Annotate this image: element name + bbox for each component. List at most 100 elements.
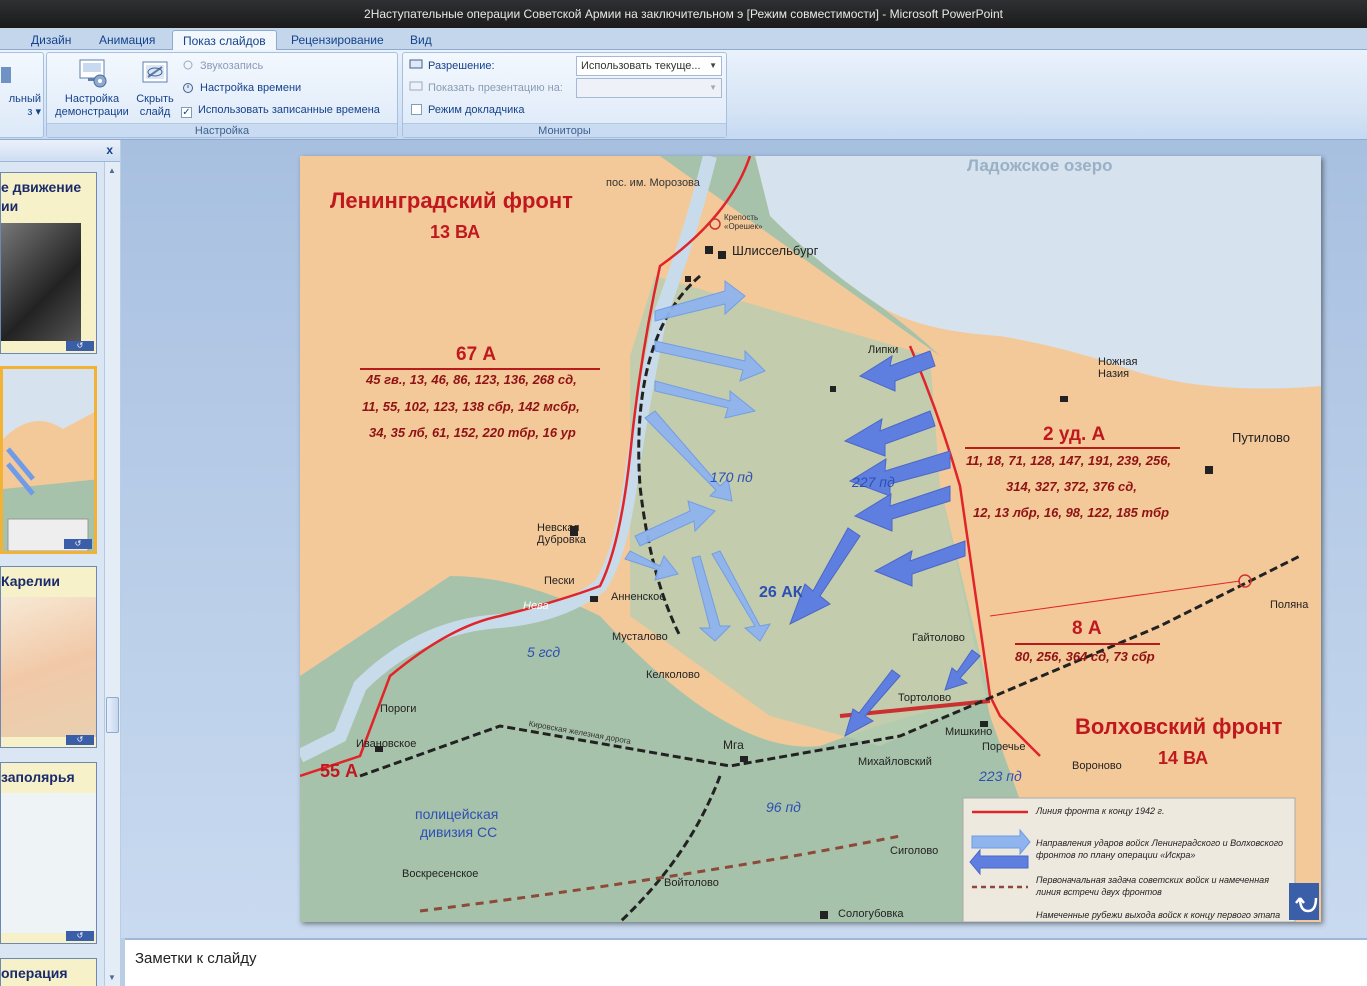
thumbnail-map	[1, 793, 96, 933]
map-label-nevska: Невская Дубровка	[537, 522, 586, 546]
map-label-army67-units-2: 11, 55, 102, 123, 138 сбр, 142 мсбр,	[362, 399, 580, 414]
map-label-volfront-va: 14 ВА	[1158, 748, 1209, 768]
ribbon-group-partial: льный з ▾	[0, 52, 44, 138]
map-label-voitolovo: Войтолово	[664, 877, 719, 889]
slide-canvas[interactable]: Ладожское озеро Ленинградский фронт 13 В…	[300, 156, 1321, 922]
map-label-army2-units-3: 12, 13 лбр, 16, 98, 122, 185 тбр	[973, 505, 1170, 520]
slide-thumbnail-1[interactable]: е движение ии ↺	[0, 172, 97, 354]
notes-pane[interactable]: Заметки к слайду	[125, 938, 1367, 986]
custom-show-button[interactable]: льный з ▾	[0, 57, 41, 119]
checkbox-checked-icon: ✓	[181, 107, 192, 118]
show-on-label-row: Показать презентацию на:	[409, 79, 563, 97]
rehearse-timings-label: Настройка времени	[200, 82, 302, 94]
legend-first-stage: Намеченные рубежи выхода войск к концу п…	[1036, 910, 1281, 920]
tab-animation[interactable]: Анимация	[89, 30, 165, 50]
map-label-mishkino: Мишкино	[945, 726, 993, 738]
map-label-pd170: 170 пд	[710, 469, 753, 485]
map-label-ss-line2: дивизия СС	[420, 824, 498, 840]
record-narration-button[interactable]: Звукозапись	[181, 57, 263, 75]
thumbnail-title: операция	[1, 965, 68, 981]
tab-slide-show[interactable]: Показ слайдов	[172, 30, 277, 51]
map-label-tortolovo: Тортолово	[898, 692, 952, 704]
map-label-ss-line1: полицейская	[415, 806, 499, 822]
slide-thumbnail-3[interactable]: Карелии ↺	[0, 566, 97, 748]
thumbnail-title-line2: ии	[1, 198, 19, 214]
use-timings-label: Использовать записанные времена	[198, 104, 380, 116]
ribbon: льный з ▾ Настройка демонстрации Скрыть …	[0, 50, 1367, 140]
map-label-pd96: 96 пд	[766, 799, 801, 815]
custom-show-line2: з ▾	[27, 106, 41, 118]
hide-slide-label: Скрыть слайд	[136, 93, 174, 118]
window-title: 2Наступательные операции Советской Армии…	[0, 0, 1367, 28]
map-label-mustalovo: Мусталово	[612, 631, 668, 643]
slide-thumbnail-4[interactable]: заполярья ↺	[0, 762, 97, 944]
slide-return-button[interactable]	[1289, 883, 1319, 920]
thumbnail-photo	[1, 223, 81, 341]
map-label-sologubovka: Сологубовка	[838, 908, 904, 920]
map-label-porogi: Пороги	[380, 703, 417, 715]
map-label-lenfront: Ленинградский фронт	[330, 188, 573, 213]
thumbnail-nav-icon: ↺	[66, 931, 94, 941]
close-panel-button[interactable]: x	[106, 143, 113, 157]
thumbnail-nav-icon: ↺	[66, 341, 94, 351]
scrollbar-thumb[interactable]	[106, 697, 119, 733]
map-label-annenskoe: Анненское	[611, 591, 666, 603]
use-timings-checkbox[interactable]: ✓ Использовать записанные времена	[181, 101, 380, 119]
resolution-value: Использовать текуще...	[581, 60, 701, 72]
legend-front-line: Линия фронта к концу 1942 г.	[1036, 806, 1165, 816]
map-label-morozova: пос. им. Морозова	[606, 177, 700, 189]
hide-slide-icon	[139, 57, 171, 89]
map-label-army55: 55 А	[320, 761, 359, 781]
setup-group-label: Настройка	[47, 123, 397, 137]
rehearse-timings-button[interactable]: Настройка времени	[181, 79, 301, 97]
record-narration-label: Звукозапись	[200, 60, 264, 72]
resolution-label-row: Разрешение:	[409, 57, 495, 75]
slide-thumbnail-5[interactable]: операция	[0, 958, 97, 986]
ribbon-tabs: Дизайн Анимация Показ слайдов Рецензиров…	[0, 28, 1367, 51]
slides-panel-header: x	[0, 140, 120, 162]
map-label-lenfront-va: 13 ВА	[430, 222, 481, 242]
map-label-putilovo: Путилово	[1232, 430, 1291, 445]
resolution-select[interactable]: Использовать текуще... ▼	[576, 56, 722, 76]
map-label-gsd5: 5 гсд	[527, 644, 561, 660]
map-label-polyana: Поляна	[1270, 599, 1309, 611]
scroll-up-arrow-icon[interactable]: ▲	[108, 166, 116, 175]
thumbnail-title-line1: е движение	[1, 179, 82, 195]
map-label-army2-units-2: 314, 327, 372, 376 сд,	[1006, 479, 1137, 494]
legend-strike-directions: Направления ударов войск Ленинградского …	[1036, 838, 1284, 860]
microphone-icon	[181, 59, 195, 71]
tab-review[interactable]: Рецензирование	[281, 30, 394, 50]
hide-slide-button[interactable]: Скрыть слайд	[133, 57, 177, 119]
map-label-shlisselburg: Шлиссельбург	[732, 243, 819, 258]
slide-edit-area[interactable]: Ладожское озеро Ленинградский фронт 13 В…	[121, 140, 1367, 938]
map-label-neva: Нева	[523, 600, 549, 612]
show-on-label: Показать презентацию на:	[428, 82, 563, 94]
show-on-select[interactable]: ▼	[576, 78, 722, 98]
slides-scrollbar[interactable]: ▲ ▼	[104, 162, 120, 986]
map-label-kelkolovo: Келколово	[646, 669, 700, 681]
scroll-down-arrow-icon[interactable]: ▼	[108, 973, 116, 982]
map-label-army8: 8 А	[1072, 618, 1102, 639]
slideshow-icon	[1, 57, 11, 89]
ribbon-group-monitors: Разрешение: Использовать текуще... ▼ Пок…	[402, 52, 727, 138]
slides-panel: x е движение ии ↺ ↺ Карелии ↺ заполярья …	[0, 140, 120, 986]
map-label-ak26: 26 АК	[759, 584, 803, 601]
thumbnail-nav-icon: ↺	[66, 735, 94, 745]
thumbnail-map	[3, 369, 94, 551]
notes-placeholder: Заметки к слайду	[135, 950, 257, 967]
slide-thumbnail-2[interactable]: ↺	[0, 366, 97, 554]
map-label-mikhailovsky: Михайловский	[858, 756, 932, 768]
tab-view[interactable]: Вид	[400, 30, 442, 50]
checkbox-unchecked-icon	[411, 104, 422, 115]
presenter-view-checkbox[interactable]: Режим докладчика	[411, 101, 524, 119]
thumbnail-title: заполярья	[1, 769, 75, 785]
monitors-group-label: Мониторы	[403, 123, 726, 137]
thumbnail-title: Карелии	[1, 573, 60, 589]
presenter-view-label: Режим докладчика	[428, 104, 525, 116]
map-label-lake: Ладожское озеро	[967, 156, 1113, 175]
tab-design[interactable]: Дизайн	[21, 30, 81, 50]
map-label-voskresenskoe: Воскресенское	[402, 868, 479, 880]
monitor-disabled-icon	[409, 81, 423, 93]
setup-show-button[interactable]: Настройка демонстрации	[49, 57, 135, 119]
thumbnail-nav-icon: ↺	[64, 539, 92, 549]
